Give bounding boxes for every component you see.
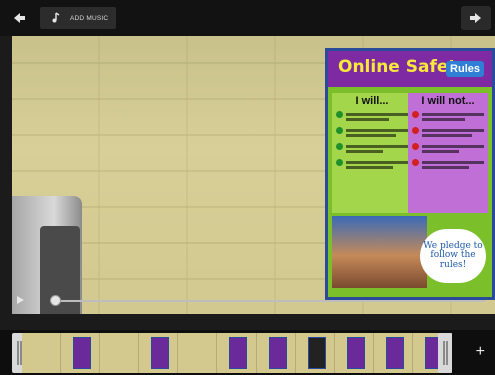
filmstrip-thumb[interactable] <box>178 333 218 373</box>
filmstrip-thumb[interactable] <box>61 333 101 373</box>
poster-kids-photo <box>332 216 427 288</box>
poster-will-heading: I will... <box>355 95 389 107</box>
filmstrip-thumb[interactable] <box>295 333 335 373</box>
back-button[interactable] <box>4 6 34 30</box>
scrub-handle[interactable] <box>50 295 61 306</box>
filmstrip-thumb[interactable] <box>217 333 257 373</box>
poster-will-column: I will... <box>332 93 412 213</box>
filmstrip-thumb[interactable] <box>373 333 413 373</box>
top-toolbar: ADD MUSIC <box>0 0 495 36</box>
arrow-right-icon <box>470 13 481 23</box>
filmstrip-thumb[interactable] <box>22 333 62 373</box>
poster-will-not-heading: I will not... <box>421 95 475 107</box>
music-note-icon <box>52 12 60 23</box>
forward-button[interactable] <box>461 6 491 30</box>
online-safety-poster: Online Safety Rules I will... I will not… <box>325 48 495 300</box>
add-music-button[interactable]: ADD MUSIC <box>40 7 116 29</box>
filmstrip: + <box>0 330 495 375</box>
poster-item <box>336 143 408 155</box>
filmstrip-thumb[interactable] <box>139 333 179 373</box>
thumbnail-strip[interactable] <box>22 333 453 373</box>
poster-item <box>336 127 408 139</box>
poster-item <box>412 111 484 123</box>
filmstrip-thumb[interactable] <box>334 333 374 373</box>
video-preview[interactable]: Online Safety Rules I will... I will not… <box>12 36 495 314</box>
poster-rules-badge: Rules <box>446 61 484 77</box>
poster-pledge-bubble: We pledge to follow the rules! <box>420 229 486 283</box>
poster-item <box>412 143 484 155</box>
arrow-left-icon <box>14 13 25 23</box>
poster-item <box>336 111 408 123</box>
scrub-track[interactable] <box>50 300 485 302</box>
play-icon[interactable] <box>17 296 24 304</box>
playback-controls <box>12 292 495 310</box>
poster-item <box>336 159 408 171</box>
poster-will-not-column: I will not... <box>408 93 488 213</box>
plus-icon[interactable]: + <box>476 344 485 360</box>
trim-handle-right[interactable] <box>438 333 452 373</box>
filmstrip-thumb[interactable] <box>100 333 140 373</box>
filmstrip-thumb[interactable] <box>256 333 296 373</box>
poster-item <box>412 127 484 139</box>
poster-item <box>412 159 484 171</box>
add-music-label: ADD MUSIC <box>70 14 109 22</box>
